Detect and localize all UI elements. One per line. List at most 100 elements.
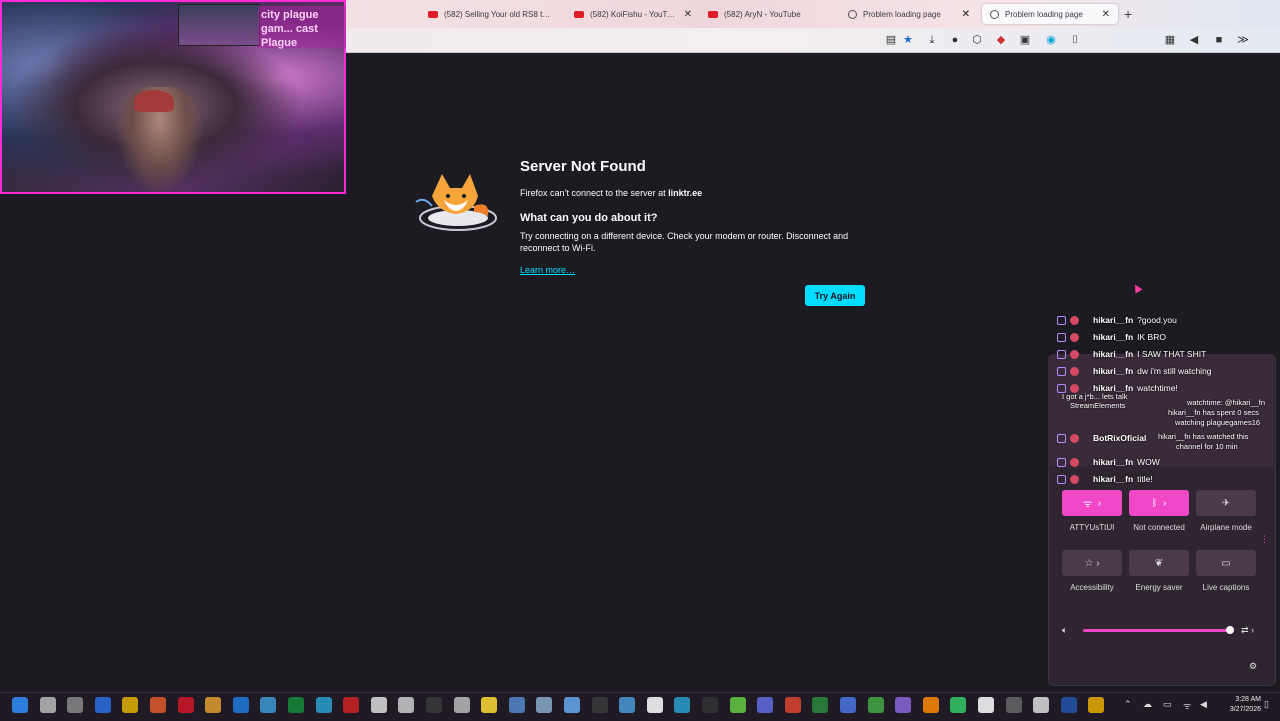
close-icon[interactable]: ✕ (962, 9, 970, 20)
airplane-mode-tile[interactable]: ✈ (1196, 490, 1256, 516)
search-icon[interactable] (39, 697, 56, 713)
twitch-badge-icon (1057, 433, 1066, 443)
display-icon[interactable]: ▭ (1163, 699, 1172, 710)
bookmark-star-icon[interactable]: ★ (901, 33, 915, 47)
extension-icon[interactable]: ● (948, 33, 962, 47)
taskbar-app-icon[interactable] (122, 697, 139, 713)
onedrive-icon[interactable]: ☁ (1143, 699, 1152, 710)
twitch-badge-icon (1057, 457, 1066, 467)
taskbar-app-icon[interactable] (978, 697, 994, 713)
twitch-badge-icon (1057, 366, 1066, 376)
taskbar-app-icon[interactable] (205, 697, 222, 713)
wifi-icon[interactable]: ᯤ (1183, 699, 1191, 712)
wifi-tile[interactable]: ᯤ › (1062, 490, 1122, 516)
taskbar-app-icon[interactable] (784, 697, 801, 713)
taskbar-app-icon[interactable] (94, 697, 111, 713)
taskbar-app-icon[interactable] (177, 697, 194, 713)
notification-bell-icon[interactable]: ▯ (1264, 699, 1269, 710)
settings-gear-icon[interactable]: ⚙ (1249, 661, 1257, 672)
webcam-overlay-label: city plague gam... cast Plague (258, 6, 346, 49)
webcam-feed: city plague gam... cast Plague (0, 0, 346, 194)
taskbar-app-icon[interactable] (1060, 697, 1077, 713)
learn-more-link[interactable]: Learn more… (520, 265, 575, 275)
taskbar-app-icon[interactable] (150, 697, 166, 713)
speaker-icon[interactable]: 🔈︎ (1062, 625, 1067, 636)
chat-message: hikari__fn WOW (1057, 455, 1277, 469)
taskbar-app-icon[interactable] (288, 697, 304, 713)
tab-4[interactable]: Problem loading page ✕ (840, 4, 978, 24)
taskbar-app-icon[interactable] (232, 697, 249, 713)
taskbar-app-icon[interactable] (1005, 697, 1022, 713)
speaker-icon[interactable]: ◀ (1187, 33, 1201, 47)
taskbar-app-icon[interactable] (370, 697, 387, 713)
taskbar-clock[interactable]: 3:28 AM 3/27/2026 (1217, 695, 1261, 715)
close-icon[interactable]: ✕ (1102, 9, 1110, 20)
screenshot-icon[interactable]: ⌷ (1068, 33, 1082, 47)
taskbar-app-icon[interactable] (702, 697, 718, 713)
volume-slider-thumb[interactable] (1226, 626, 1234, 634)
chat-text: watchtime! (1137, 383, 1178, 393)
speaker-icon[interactable]: ◀ (1200, 699, 1207, 710)
taskbar-app-icon[interactable] (398, 697, 415, 713)
taskbar-app-icon[interactable] (619, 697, 636, 713)
extension-icon[interactable]: ▦ (1163, 33, 1177, 47)
taskbar-app-icon[interactable] (453, 697, 470, 713)
taskbar-app-icon[interactable] (840, 697, 856, 713)
accessibility-tile[interactable]: ☆ › (1062, 550, 1122, 576)
taskbar-app-icon[interactable] (950, 697, 967, 713)
taskbar-app-icon[interactable] (426, 697, 442, 713)
taskbar-app-icon[interactable] (729, 697, 746, 713)
start-menu-icon[interactable] (12, 697, 28, 713)
pager-dots-icon[interactable]: ⋮ (1260, 534, 1269, 545)
taskbar-app-icon[interactable] (867, 697, 884, 713)
extension-icon[interactable]: ⬡ (970, 33, 984, 47)
energy-saver-tile[interactable]: ❦ (1129, 550, 1189, 576)
close-icon[interactable]: ✕ (684, 9, 692, 20)
try-again-button[interactable]: Try Again (805, 285, 865, 306)
taskbar-app-icon[interactable] (67, 697, 84, 713)
taskbar-app-icon[interactable] (260, 697, 277, 713)
extension-icon[interactable]: ▣ (1018, 33, 1032, 47)
taskbar-app-icon[interactable] (564, 697, 580, 713)
airplane-tile-label: Airplane mode (1200, 523, 1252, 532)
taskbar-app-icon[interactable] (315, 697, 332, 713)
tab-title: (582) KoiFishu - YouTube (590, 9, 678, 19)
error-title: Server Not Found (520, 158, 646, 175)
tab-1[interactable]: (582) Selling Your old RS8 to a... (420, 4, 560, 24)
extension-icon[interactable]: ■ (1212, 33, 1226, 47)
download-icon[interactable]: ⤓ (925, 33, 939, 47)
taskbar-app-icon[interactable] (1033, 697, 1050, 713)
chat-text: dw i'm still watching (1137, 366, 1212, 376)
taskbar-app-icon[interactable] (812, 697, 829, 713)
clock-date: 3/27/2026 (1229, 706, 1261, 713)
tab-5-active[interactable]: Problem loading page ✕ (982, 4, 1118, 24)
taskbar-app-icon[interactable] (1088, 697, 1105, 713)
error-subtitle: What can you do about it? (520, 212, 658, 224)
extension-icon[interactable]: ◉ (1044, 33, 1058, 47)
live-captions-tile[interactable]: ▭ (1196, 550, 1256, 576)
audio-output-icon[interactable]: ⇄ › (1241, 625, 1254, 636)
tab-2[interactable]: (582) KoiFishu - YouTube ✕ (566, 4, 700, 24)
taskbar-app-icon[interactable] (646, 697, 663, 713)
mouse-cursor-icon (1131, 282, 1143, 294)
volume-slider-track[interactable] (1083, 629, 1230, 632)
taskbar-app-icon[interactable] (343, 697, 360, 713)
extension-icon[interactable]: ◆ (994, 33, 1008, 47)
chevron-up-icon[interactable]: ⌃ (1124, 699, 1132, 710)
taskbar-app-icon[interactable] (922, 697, 939, 713)
taskbar-app-icon[interactable] (536, 697, 553, 713)
chat-message: hikari__fn ?good.you (1057, 313, 1277, 327)
taskbar-app-icon[interactable] (508, 697, 525, 713)
chat-overlap-text: channel for 10 min (1176, 442, 1238, 451)
new-tab-icon[interactable]: + (1124, 6, 1132, 22)
chat-username: hikari__fn (1093, 457, 1134, 467)
taskbar-app-icon[interactable] (674, 697, 691, 713)
taskbar-app-icon[interactable] (481, 697, 498, 713)
bluetooth-tile[interactable]: ᛒ › (1129, 490, 1189, 516)
taskbar-app-icon[interactable] (895, 697, 912, 713)
taskbar-app-icon[interactable] (591, 697, 608, 713)
menu-icon[interactable]: ≫ (1236, 33, 1250, 47)
chat-username: BotRixOficial (1093, 433, 1147, 443)
reader-icon[interactable]: ▤ (884, 33, 898, 47)
taskbar-app-icon[interactable] (757, 697, 774, 713)
